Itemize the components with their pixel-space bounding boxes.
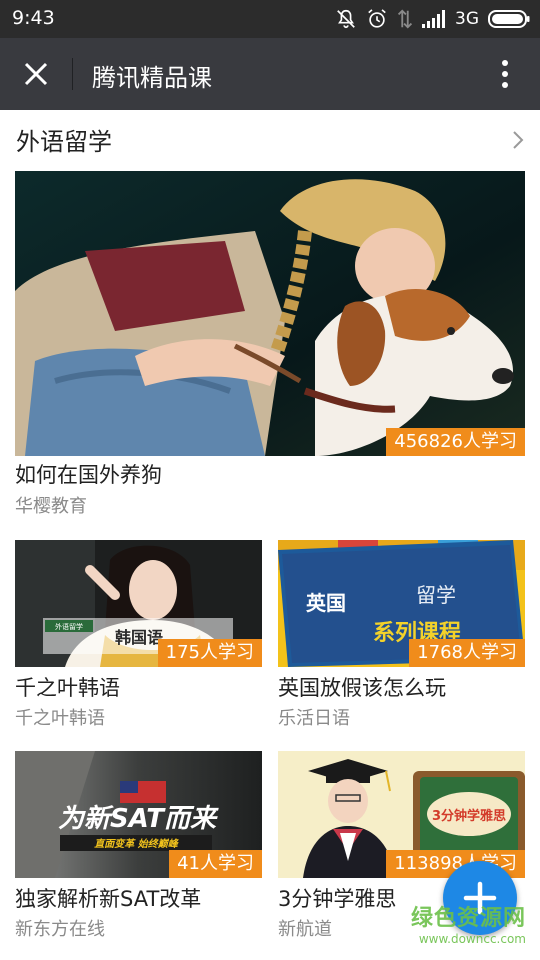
learner-count-badge: 1768人学习 — [409, 639, 525, 667]
signal-icon — [422, 10, 445, 28]
close-icon — [24, 62, 48, 86]
more-options-button[interactable] — [490, 54, 520, 94]
course-thumbnail: 英国 留学 系列课程 1768人学习 — [278, 540, 525, 667]
battery-icon — [488, 10, 530, 28]
thumb-text-a: 英国 — [306, 591, 346, 615]
girl-with-dog-image — [15, 171, 525, 456]
course-org: 新航道 — [278, 919, 332, 940]
thumb-text: 韩国语 — [115, 628, 163, 647]
course-org: 新东方在线 — [15, 919, 105, 940]
bell-off-icon — [337, 9, 355, 29]
watermark-url: www.downcc.com — [418, 932, 526, 946]
learner-count-badge: 175人学习 — [157, 639, 262, 667]
thumb-text: 为新SAT而来 — [58, 804, 219, 834]
section-title: 外语留学 — [16, 128, 112, 156]
course-title: 英国放假该怎么玩 — [278, 676, 446, 700]
featured-course-card[interactable]: 456826人学习 如何在国外养狗 华樱教育 — [15, 171, 525, 521]
thumb-text: 3分钟学雅思 — [432, 808, 506, 824]
course-org: 千之叶韩语 — [15, 708, 105, 729]
course-thumbnail: 为新SAT而来 直面变革 始终巅峰 41人学习 — [15, 751, 262, 878]
learner-count-badge: 456826人学习 — [386, 428, 525, 456]
alarm-icon — [368, 9, 386, 28]
course-card[interactable]: 外语留学 韩国语 175人学习 千之叶韩语 千之叶韩语 — [15, 540, 262, 732]
thumb-text-b: 留学 — [416, 583, 456, 607]
more-vertical-icon — [502, 60, 508, 88]
watermark: 绿色资源网 www.downcc.com — [411, 900, 526, 946]
network-type: 3G — [455, 9, 479, 29]
app-bar: 腾讯精品课 — [0, 38, 540, 110]
course-title: 独家解析新SAT改革 — [15, 887, 202, 911]
course-thumbnail: 3分钟学雅思 113898人学习 — [278, 751, 525, 878]
status-icons: 3G — [335, 0, 530, 38]
section-header[interactable]: 外语留学 — [0, 110, 540, 170]
page-title: 腾讯精品课 — [92, 64, 212, 92]
thumb-sub: 直面变革 始终巅峰 — [94, 838, 179, 850]
course-title: 千之叶韩语 — [15, 676, 120, 700]
thumb-tag: 外语留学 — [55, 622, 83, 631]
course-org: 华樱教育 — [15, 496, 87, 517]
app-bar-divider — [72, 58, 73, 90]
watermark-text: 绿色资源网 — [410, 906, 526, 931]
course-thumbnail: 456826人学习 — [15, 171, 525, 456]
status-bar: 9:43 3G — [0, 0, 540, 38]
course-card[interactable]: 为新SAT而来 直面变革 始终巅峰 41人学习 独家解析新SAT改革 新东方在线 — [15, 751, 262, 943]
close-button[interactable] — [12, 52, 60, 96]
status-time: 9:43 — [12, 7, 55, 29]
course-card[interactable]: 英国 留学 系列课程 1768人学习 英国放假该怎么玩 乐活日语 — [278, 540, 525, 732]
learner-count-badge: 41人学习 — [169, 850, 262, 878]
data-transfer-icon — [397, 9, 413, 29]
course-title: 3分钟学雅思 — [278, 887, 397, 911]
course-title: 如何在国外养狗 — [15, 463, 162, 487]
course-org: 乐活日语 — [278, 708, 350, 729]
chevron-right-icon — [513, 131, 524, 149]
course-thumbnail: 外语留学 韩国语 175人学习 — [15, 540, 262, 667]
